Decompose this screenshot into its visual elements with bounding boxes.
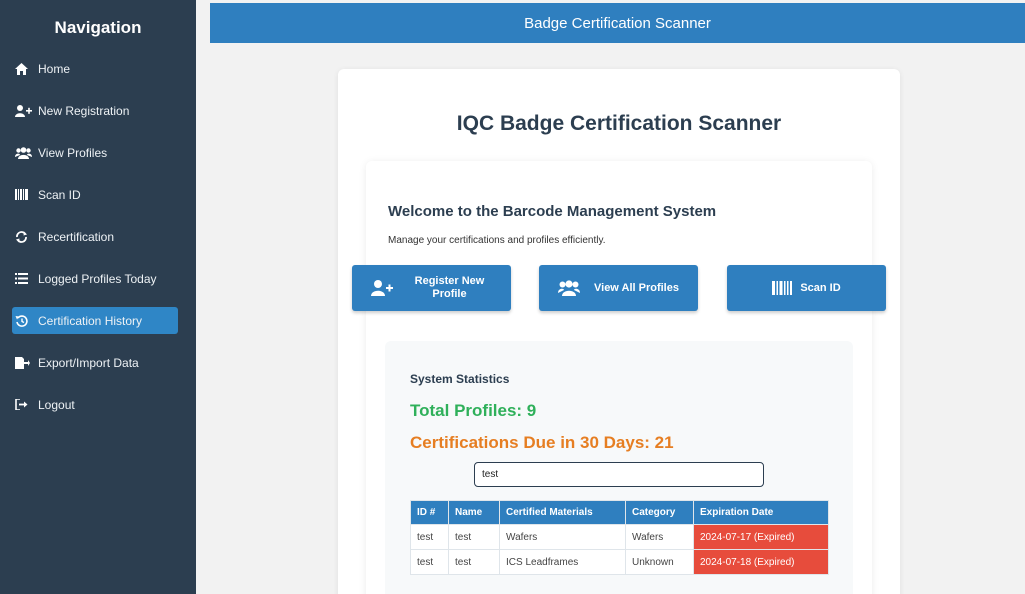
- file-export-icon: [15, 356, 33, 369]
- page-title: IQC Badge Certification Scanner: [456, 112, 782, 135]
- barcode-icon: [772, 281, 793, 295]
- sidebar-item-export-import-data[interactable]: Export/Import Data: [12, 349, 178, 376]
- cell-expiration-date: 2024-07-17 (Expired): [693, 524, 829, 550]
- sidebar-item-view-profiles[interactable]: View Profiles: [12, 139, 178, 166]
- cell-certified-materials: ICS Leadframes: [499, 549, 626, 575]
- users-icon: [557, 280, 580, 296]
- column-header-certified-materials[interactable]: Certified Materials: [499, 500, 626, 525]
- button-label: Scan ID: [800, 281, 841, 294]
- sidebar-item-label: View Profiles: [38, 145, 108, 160]
- sidebar-item-new-registration[interactable]: New Registration: [12, 97, 178, 124]
- cell-id: test: [410, 549, 449, 575]
- certifications-due-stat: Certifications Due in 30 Days: 21: [410, 433, 674, 452]
- sidebar-item-label: Certification History: [38, 313, 143, 328]
- sync-icon: [15, 230, 33, 243]
- cell-id: test: [410, 524, 449, 550]
- sidebar-item-certification-history[interactable]: Certification History: [12, 307, 178, 334]
- sidebar-item-label: Home: [38, 61, 71, 76]
- sidebar-item-label: Logged Profiles Today: [38, 271, 157, 286]
- history-icon: [15, 314, 33, 327]
- scan-id-button[interactable]: Scan ID: [727, 265, 886, 311]
- sidebar-item-label: Export/Import Data: [38, 355, 139, 370]
- header-title: Badge Certification Scanner: [524, 14, 711, 32]
- sidebar-item-scan-id[interactable]: Scan ID: [12, 181, 178, 208]
- column-header-expiration-date[interactable]: Expiration Date: [693, 500, 829, 525]
- sidebar-item-logout[interactable]: Logout: [12, 391, 178, 418]
- view-all-profiles-button[interactable]: View All Profiles: [539, 265, 698, 311]
- sidebar-item-label: Scan ID: [38, 187, 81, 202]
- sidebar: Navigation Home New Registration View Pr…: [0, 0, 196, 594]
- cell-name: test: [448, 549, 500, 575]
- cell-certified-materials: Wafers: [499, 524, 626, 550]
- sidebar-item-logged-profiles-today[interactable]: Logged Profiles Today: [12, 265, 178, 292]
- welcome-subtext: Manage your certifications and profiles …: [388, 235, 606, 246]
- sign-out-icon: [15, 399, 33, 410]
- sidebar-item-label: Recertification: [38, 229, 115, 244]
- column-header-id[interactable]: ID #: [410, 500, 449, 525]
- home-icon: [15, 62, 33, 75]
- total-profiles-stat: Total Profiles: 9: [410, 401, 537, 420]
- list-icon: [15, 273, 33, 284]
- statistics-title: System Statistics: [410, 372, 510, 386]
- cell-expiration-date: 2024-07-18 (Expired): [693, 549, 829, 575]
- column-header-name[interactable]: Name: [448, 500, 500, 525]
- sidebar-item-label: New Registration: [38, 103, 130, 118]
- search-input[interactable]: [474, 462, 764, 487]
- profiles-table: ID # Name Certified Materials Category E…: [410, 500, 829, 575]
- table-row[interactable]: test test Wafers Wafers 2024-07-17 (Expi…: [410, 524, 829, 550]
- sidebar-item-recertification[interactable]: Recertification: [12, 223, 178, 250]
- register-new-profile-button[interactable]: Register New Profile: [352, 265, 511, 311]
- user-plus-icon: [15, 104, 33, 117]
- cell-name: test: [448, 524, 500, 550]
- barcode-icon: [15, 189, 33, 200]
- table-row[interactable]: test test ICS Leadframes Unknown 2024-07…: [410, 549, 829, 575]
- system-statistics-panel: System Statistics Total Profiles: 9 Cert…: [385, 341, 853, 594]
- user-plus-icon: [370, 280, 393, 296]
- button-label: Register New Profile: [414, 275, 485, 300]
- header-bar: Badge Certification Scanner: [210, 3, 1025, 43]
- cell-category: Wafers: [625, 524, 694, 550]
- column-header-category[interactable]: Category: [625, 500, 694, 525]
- table-header-row: ID # Name Certified Materials Category E…: [410, 500, 829, 525]
- button-label: View All Profiles: [594, 281, 679, 294]
- sidebar-item-home[interactable]: Home: [12, 55, 178, 82]
- cell-category: Unknown: [625, 549, 694, 575]
- sidebar-title: Navigation: [54, 18, 142, 37]
- sidebar-item-label: Logout: [38, 397, 75, 412]
- users-icon: [15, 146, 33, 159]
- welcome-heading: Welcome to the Barcode Management System: [388, 203, 717, 220]
